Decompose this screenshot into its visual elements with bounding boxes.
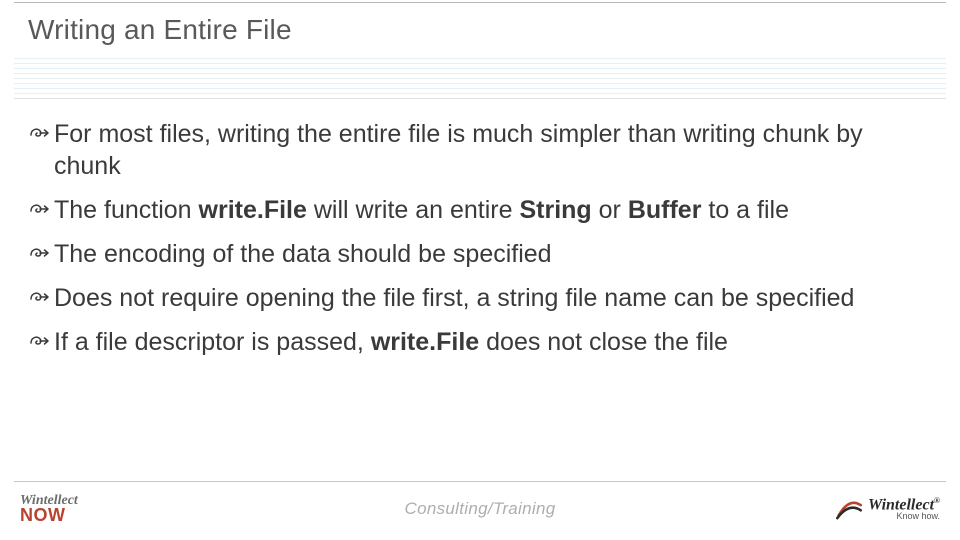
title-area: Writing an Entire File bbox=[28, 14, 932, 46]
bullet-text: If a file descriptor is passed, write.Fi… bbox=[54, 326, 932, 358]
swirl-arrow-icon bbox=[28, 200, 54, 218]
bullet-item: Does not require opening the file first,… bbox=[28, 282, 932, 314]
swoosh-icon bbox=[836, 496, 862, 522]
swirl-arrow-icon bbox=[28, 124, 54, 142]
top-divider bbox=[14, 2, 946, 3]
logo-left-line2: NOW bbox=[20, 507, 78, 523]
bullet-item: For most files, writing the entire file … bbox=[28, 118, 932, 182]
logo-right-tagline: Know how. bbox=[868, 512, 940, 521]
bullet-item: If a file descriptor is passed, write.Fi… bbox=[28, 326, 932, 358]
logo-wintellect: Wintellect® Know how. bbox=[836, 496, 940, 522]
logo-wintellect-now: Wintellect NOW bbox=[20, 495, 78, 524]
footer-center-text: Consulting/Training bbox=[14, 499, 946, 519]
slide-title: Writing an Entire File bbox=[28, 14, 932, 46]
bullet-text: Does not require opening the file first,… bbox=[54, 282, 932, 314]
bullet-item: The function write.File will write an en… bbox=[28, 194, 932, 226]
swirl-arrow-icon bbox=[28, 244, 54, 262]
pinstripe-band bbox=[14, 58, 946, 99]
bullet-list: For most files, writing the entire file … bbox=[28, 118, 932, 370]
bullet-text: For most files, writing the entire file … bbox=[54, 118, 932, 182]
swirl-arrow-icon bbox=[28, 332, 54, 350]
bullet-text: The function write.File will write an en… bbox=[54, 194, 932, 226]
bullet-item: The encoding of the data should be speci… bbox=[28, 238, 932, 270]
swirl-arrow-icon bbox=[28, 288, 54, 306]
footer-bar: Wintellect NOW Consulting/Training Winte… bbox=[14, 481, 946, 532]
logo-right-brand: Wintellect® bbox=[868, 497, 940, 513]
bullet-text: The encoding of the data should be speci… bbox=[54, 238, 932, 270]
